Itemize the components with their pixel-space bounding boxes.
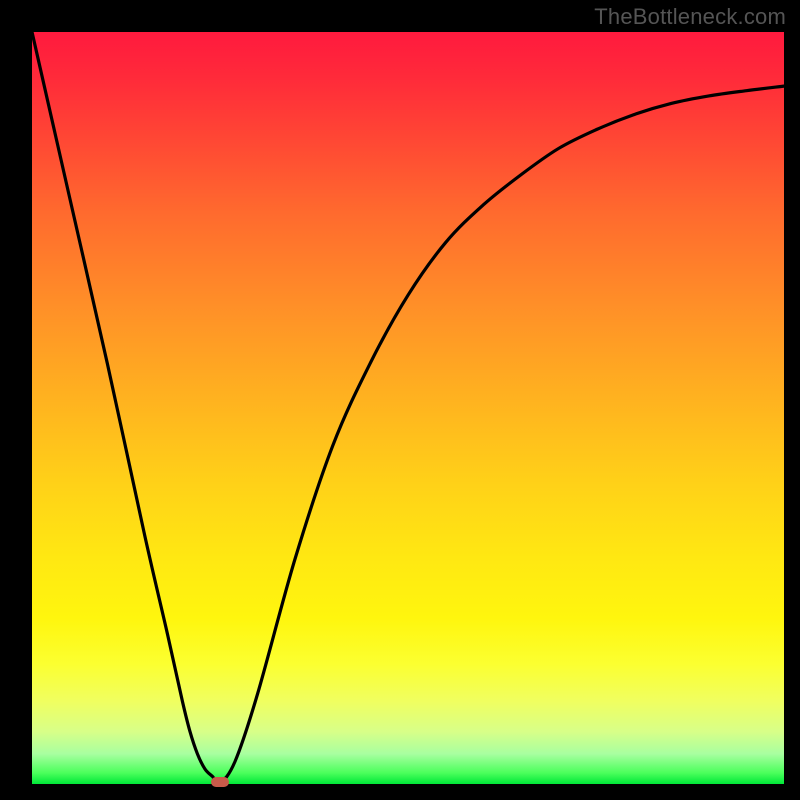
curve-layer	[32, 32, 784, 784]
plot-area	[32, 32, 784, 784]
minimum-marker	[211, 777, 229, 787]
chart-frame: TheBottleneck.com	[0, 0, 800, 800]
bottleneck-curve	[32, 32, 784, 784]
watermark-text: TheBottleneck.com	[594, 4, 786, 30]
